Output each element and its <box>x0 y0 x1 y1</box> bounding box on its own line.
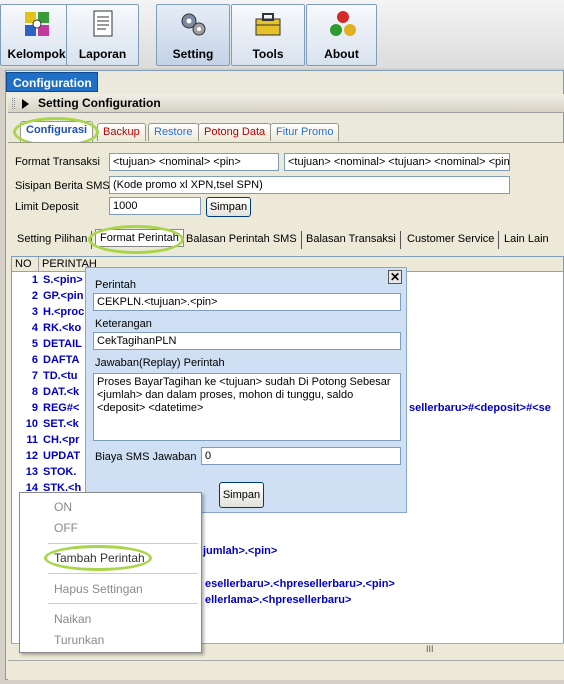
table-row-tail[interactable]: ellerlama>.<hpresellerbaru> <box>205 594 563 610</box>
row-command: DAFTA <box>43 354 80 366</box>
format-transaksi-label: Format Transaksi <box>15 156 100 168</box>
format-transaksi-input-1[interactable]: <tujuan> <nominal> <pin> <box>109 153 279 171</box>
row-command: UPDAT <box>43 450 81 462</box>
row-command: RK.<ko <box>43 322 82 334</box>
menu-item-off[interactable]: OFF <box>54 521 78 535</box>
perintah-input[interactable]: CEKPLN.<tujuan>.<pin> <box>93 293 401 311</box>
menu-divider <box>48 603 198 604</box>
setting-label: Setting <box>172 47 214 61</box>
tab-lain-lain[interactable]: Lain Lain <box>500 231 553 249</box>
context-menu: ON OFF Tambah Perintah Hapus Settingan N… <box>19 492 202 653</box>
biaya-label: Biaya SMS Jawaban <box>95 451 197 463</box>
row-number: 11 <box>26 434 38 446</box>
about-label: About <box>324 47 359 61</box>
table-row-tail[interactable]: esellerbaru>.<hpresellerbaru>.<pin> <box>205 578 563 594</box>
tab-balasan-transaksi[interactable]: Balasan Transaksi <box>302 231 401 249</box>
highlight-ring <box>44 545 152 571</box>
keterangan-input[interactable]: CekTagihanPLN <box>93 332 401 350</box>
row-number: 6 <box>31 354 38 366</box>
expand-arrow-icon[interactable] <box>22 99 29 109</box>
row-command: TD.<tu <box>43 370 78 382</box>
main-toolbar: Kelompok Laporan Setting Tools About <box>0 0 564 68</box>
setting-button[interactable]: Setting <box>156 4 230 66</box>
highlight-ring <box>88 225 184 254</box>
scroll-grip[interactable]: III <box>426 644 434 654</box>
gears-icon <box>181 13 206 36</box>
row-command: REG#< <box>43 402 80 414</box>
sisipan-input[interactable]: (Kode promo xl XPN,tsel SPN) <box>109 176 510 194</box>
panel-title: Setting Configuration <box>38 96 161 110</box>
menu-item-naikan[interactable]: Naikan <box>54 612 91 626</box>
tab-backup[interactable]: Backup <box>97 123 146 141</box>
simpan-button[interactable]: Simpan <box>206 197 251 217</box>
keterangan-label: Keterangan <box>95 318 152 330</box>
jawaban-textarea[interactable]: Proses BayarTagihan ke <tujuan> sudah Di… <box>93 373 401 441</box>
puzzle-icon <box>25 12 49 36</box>
balls-icon <box>330 11 356 36</box>
laporan-label: Laporan <box>78 47 127 61</box>
row-number: 5 <box>31 338 38 350</box>
about-button[interactable]: About <box>306 4 377 66</box>
row-command: STOK. <box>43 466 77 478</box>
table-row-tail[interactable]: jumlah>.<pin> <box>203 545 563 561</box>
row-number: 9 <box>31 402 38 414</box>
tab-customer-service[interactable]: Customer Service <box>403 231 500 249</box>
dialog-simpan-button[interactable]: Simpan <box>219 482 264 508</box>
perintah-label: Perintah <box>95 279 136 291</box>
document-icon <box>93 10 113 37</box>
grip-icon <box>12 98 15 109</box>
col-no[interactable]: NO <box>15 258 32 270</box>
menu-item-turunkan[interactable]: Turunkan <box>54 633 104 647</box>
format-transaksi-input-2[interactable]: <tujuan> <nominal> <tujuan> <nominal> <p… <box>284 153 510 171</box>
row-number: 8 <box>31 386 38 398</box>
limit-deposit-label: Limit Deposit <box>15 201 79 213</box>
tab-fitur-promo[interactable]: Fitur Promo <box>270 123 340 141</box>
row-command: CH.<pr <box>43 434 80 446</box>
kelompok-button[interactable]: Kelompok <box>0 4 73 66</box>
menu-item-on[interactable]: ON <box>54 500 72 514</box>
tools-label: Tools <box>252 47 284 61</box>
tab-setting-pilihan[interactable]: Setting Pilihan <box>13 231 93 249</box>
menu-divider <box>48 543 198 544</box>
row-number: 2 <box>31 290 38 302</box>
row-command: DAT.<k <box>43 386 80 398</box>
status-bar <box>8 660 564 680</box>
panel-header[interactable]: Setting Configuration <box>8 94 564 113</box>
row-command: S.<pin> <box>43 274 83 286</box>
close-icon[interactable]: ✕ <box>388 270 402 284</box>
row-command: GP.<pin <box>43 290 84 302</box>
row-number: 4 <box>31 322 38 334</box>
row-number: 12 <box>25 450 38 462</box>
toolbox-icon <box>255 13 281 36</box>
tab-restore[interactable]: Restore <box>148 123 199 141</box>
laporan-button[interactable]: Laporan <box>66 4 139 66</box>
tools-button[interactable]: Tools <box>231 4 305 66</box>
row-command: H.<proc <box>43 306 85 318</box>
row-number: 13 <box>25 466 38 478</box>
row-command: SET.<k <box>43 418 79 430</box>
tab-configuration[interactable]: Configuration <box>6 72 98 92</box>
row-number: 1 <box>31 274 38 286</box>
jawaban-label: Jawaban(Replay) Perintah <box>95 357 225 369</box>
row-command: DETAIL <box>43 338 82 350</box>
table-row-tail[interactable]: sellerbaru>#<deposit>#<se <box>409 402 563 418</box>
biaya-input[interactable]: 0 <box>201 447 401 465</box>
row-number: 3 <box>31 306 38 318</box>
row-number: 10 <box>25 418 38 430</box>
tab-balasan-perintah-sms[interactable]: Balasan Perintah SMS <box>182 231 302 249</box>
sisipan-label: Sisipan Berita SMS <box>15 180 110 192</box>
limit-deposit-input[interactable]: 1000 <box>109 197 201 215</box>
row-number: 7 <box>31 370 38 382</box>
menu-divider <box>48 573 198 574</box>
tab-potong-data[interactable]: Potong Data <box>198 123 272 141</box>
kelompok-label: Kelompok <box>7 47 66 61</box>
menu-item-hapus-settingan[interactable]: Hapus Settingan <box>54 582 143 596</box>
perintah-dialog: ✕ Perintah CEKPLN.<tujuan>.<pin> Keteran… <box>85 267 407 513</box>
